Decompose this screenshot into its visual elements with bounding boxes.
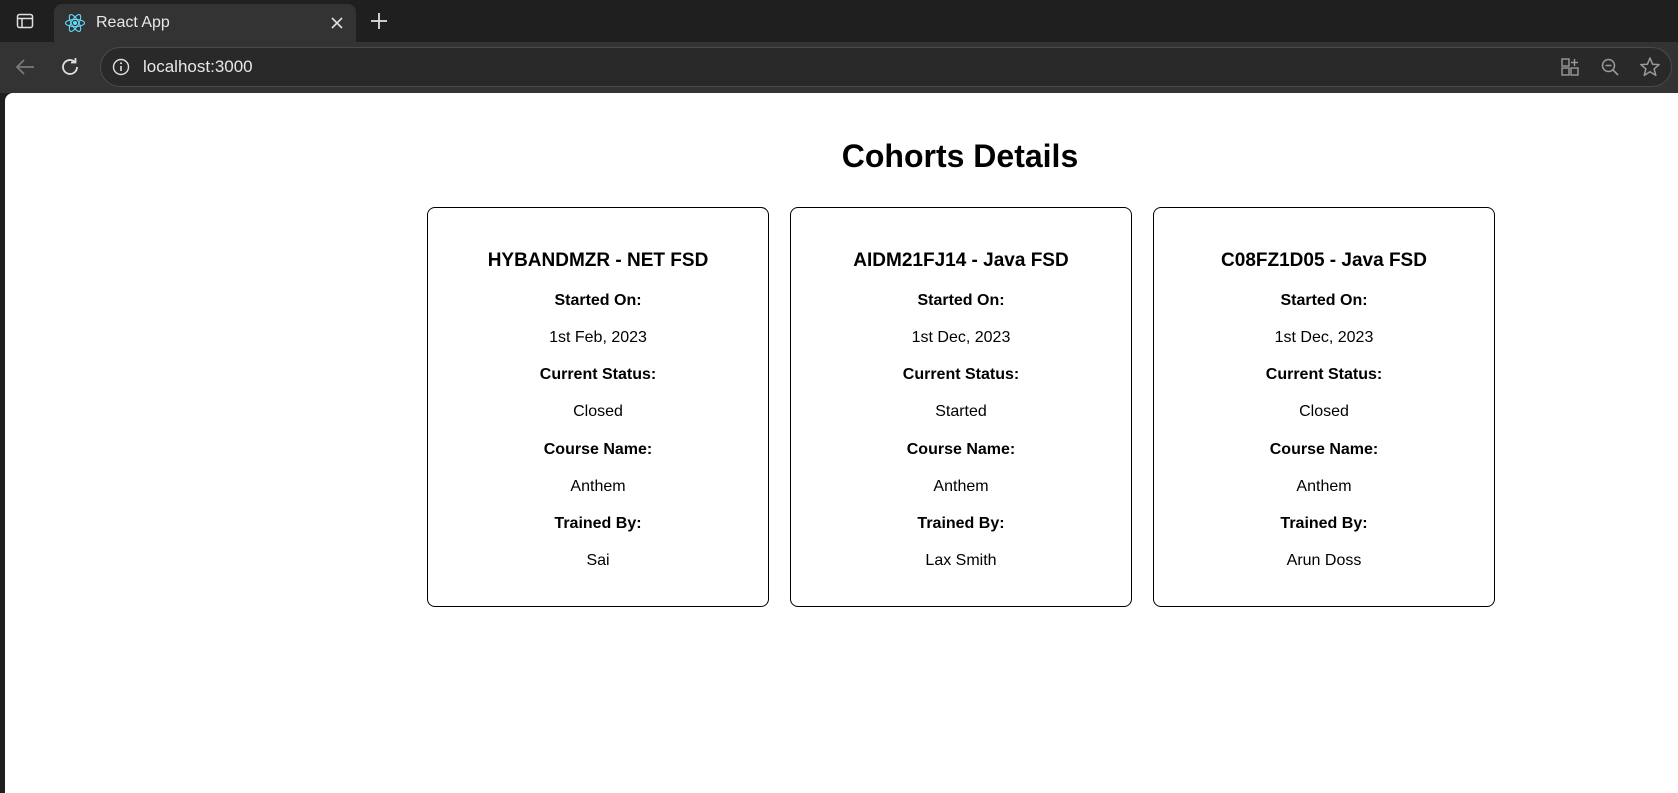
started-on-value: 1st Feb, 2023 xyxy=(549,328,647,346)
current-status-label: Current Status: xyxy=(539,366,657,384)
current-status-value: Started xyxy=(935,403,987,421)
trained-by-value: Arun Doss xyxy=(1286,552,1362,570)
page-title: Cohorts Details xyxy=(841,138,1079,174)
close-icon[interactable] xyxy=(326,12,348,34)
started-on-value: 1st Dec, 2023 xyxy=(1274,328,1374,346)
plus-icon[interactable] xyxy=(366,8,392,34)
cohort-title: C08FZ1D05 - Java FSD xyxy=(1221,250,1427,271)
cohort-title: HYBANDMZR - NET FSD xyxy=(487,250,709,271)
tab-actions-icon[interactable] xyxy=(14,10,36,32)
address-bar[interactable]: localhost:3000 xyxy=(100,47,1672,87)
tab-title: React App xyxy=(96,14,170,31)
started-on-label: Started On: xyxy=(554,291,642,309)
started-on-value: 1st Dec, 2023 xyxy=(911,328,1011,346)
course-name-value: Anthem xyxy=(1296,477,1352,495)
browser-tab[interactable]: React App xyxy=(54,4,356,42)
browser-toolbar: localhost:3000 xyxy=(0,42,1678,93)
info-icon[interactable] xyxy=(111,57,131,77)
url-text[interactable]: localhost:3000 xyxy=(143,57,253,77)
current-status-value: Closed xyxy=(573,403,623,421)
course-name-label: Course Name: xyxy=(1269,440,1379,458)
apps-icon[interactable] xyxy=(1559,56,1581,78)
current-status-value: Closed xyxy=(1299,403,1349,421)
zoom-out-icon[interactable] xyxy=(1599,56,1621,78)
current-status-label: Current Status: xyxy=(1265,366,1383,384)
back-arrow-icon[interactable] xyxy=(12,54,38,80)
page-viewport: Cohorts Details HYBANDMZR - NET FSD Star… xyxy=(5,93,1678,793)
started-on-label: Started On: xyxy=(917,291,1005,309)
trained-by-label: Trained By: xyxy=(554,514,642,532)
tab-strip: React App xyxy=(0,0,1678,42)
react-logo-icon xyxy=(64,12,86,34)
star-icon[interactable] xyxy=(1639,56,1661,78)
started-on-label: Started On: xyxy=(1280,291,1368,309)
trained-by-value: Lax Smith xyxy=(925,552,997,570)
cohort-card: AIDM21FJ14 - Java FSD Started On: 1st De… xyxy=(790,207,1132,607)
current-status-label: Current Status: xyxy=(902,366,1020,384)
cohort-cards: HYBANDMZR - NET FSD Started On: 1st Feb,… xyxy=(427,207,1495,607)
cohort-card: C08FZ1D05 - Java FSD Started On: 1st Dec… xyxy=(1153,207,1495,607)
cohort-title: AIDM21FJ14 - Java FSD xyxy=(853,250,1069,271)
course-name-value: Anthem xyxy=(933,477,989,495)
course-name-label: Course Name: xyxy=(906,440,1016,458)
cohort-card: HYBANDMZR - NET FSD Started On: 1st Feb,… xyxy=(427,207,769,607)
trained-by-value: Sai xyxy=(586,552,610,570)
trained-by-label: Trained By: xyxy=(1280,514,1368,532)
reload-icon[interactable] xyxy=(57,54,83,80)
course-name-label: Course Name: xyxy=(543,440,653,458)
trained-by-label: Trained By: xyxy=(917,514,1005,532)
course-name-value: Anthem xyxy=(570,477,626,495)
